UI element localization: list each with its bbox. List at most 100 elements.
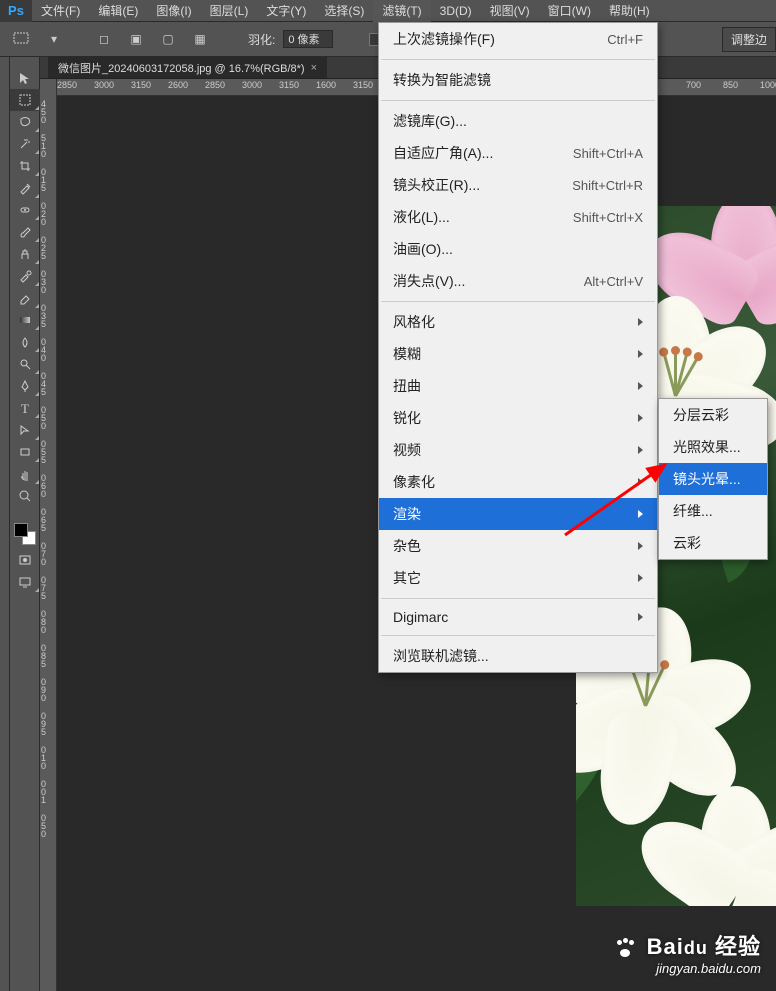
marquee-tool[interactable] <box>10 89 40 111</box>
menu-label: 模糊 <box>393 344 421 364</box>
menu-item-render[interactable]: 渲染 <box>379 498 657 530</box>
menu-item-adaptive-wide[interactable]: 自适应广角(A)... Shift+Ctrl+A <box>379 137 657 169</box>
crop-tool[interactable] <box>10 155 40 177</box>
menu-item-digimarc[interactable]: Digimarc <box>379 603 657 631</box>
menu-item-last-filter[interactable]: 上次滤镜操作(F) Ctrl+F <box>379 23 657 55</box>
menu-item-pixelate[interactable]: 像素化 <box>379 466 657 498</box>
subtract-selection-icon[interactable]: ▢ <box>156 27 180 51</box>
menu-item-filter-gallery[interactable]: 滤镜库(G)... <box>379 105 657 137</box>
menu-label: 光照效果... <box>673 437 741 457</box>
lasso-tool[interactable] <box>10 111 40 133</box>
submenu-arrow-icon <box>638 574 643 582</box>
move-tool[interactable] <box>10 67 40 89</box>
document-title: 微信图片_20240603172058.jpg @ 16.7%(RGB/8*) <box>58 60 305 76</box>
menu-label: 分层云彩 <box>673 405 729 425</box>
intersect-selection-icon[interactable]: ▦ <box>188 27 212 51</box>
eyedropper-tool[interactable] <box>10 177 40 199</box>
menu-layer[interactable]: 图层(L) <box>201 0 258 22</box>
tool-preset-icon[interactable] <box>10 27 34 51</box>
eraser-tool[interactable] <box>10 287 40 309</box>
menu-shortcut: Shift+Ctrl+A <box>573 146 643 161</box>
type-tool[interactable]: T <box>10 397 40 419</box>
menu-item-video[interactable]: 视频 <box>379 434 657 466</box>
feather-input[interactable] <box>283 30 333 48</box>
close-icon[interactable]: × <box>311 62 317 74</box>
color-swatch[interactable] <box>14 523 36 545</box>
refine-edge-button[interactable]: 调整边 <box>722 27 776 52</box>
menu-label: 扭曲 <box>393 376 421 396</box>
history-brush-tool[interactable] <box>10 265 40 287</box>
menu-label: 消失点(V)... <box>393 271 465 291</box>
menubar: Ps 文件(F) 编辑(E) 图像(I) 图层(L) 文字(Y) 选择(S) 滤… <box>0 0 776 22</box>
menu-item-oil-paint[interactable]: 油画(O)... <box>379 233 657 265</box>
document-tab[interactable]: 微信图片_20240603172058.jpg @ 16.7%(RGB/8*) … <box>48 57 327 78</box>
pen-tool[interactable] <box>10 375 40 397</box>
paw-icon <box>615 939 635 957</box>
clone-tool[interactable] <box>10 243 40 265</box>
blur-tool[interactable] <box>10 331 40 353</box>
menu-filter[interactable]: 滤镜(T) <box>373 0 430 22</box>
dodge-tool[interactable] <box>10 353 40 375</box>
menu-type[interactable]: 文字(Y) <box>257 0 315 22</box>
zoom-tool[interactable] <box>10 485 40 507</box>
submenu-item-lighting[interactable]: 光照效果... <box>659 431 767 463</box>
hand-tool[interactable] <box>10 463 40 485</box>
menu-label: 风格化 <box>393 312 435 332</box>
rectangle-tool[interactable] <box>10 441 40 463</box>
menu-item-lens-correction[interactable]: 镜头校正(R)... Shift+Ctrl+R <box>379 169 657 201</box>
menu-item-liquify[interactable]: 液化(L)... Shift+Ctrl+X <box>379 201 657 233</box>
menu-item-sharpen[interactable]: 锐化 <box>379 402 657 434</box>
new-selection-icon[interactable]: ◻ <box>92 27 116 51</box>
path-selection-tool[interactable] <box>10 419 40 441</box>
menu-item-stylize[interactable]: 风格化 <box>379 306 657 338</box>
menu-file[interactable]: 文件(F) <box>32 0 89 22</box>
submenu-arrow-icon <box>638 613 643 621</box>
menu-edit[interactable]: 编辑(E) <box>89 0 147 22</box>
menu-item-browse-online[interactable]: 浏览联机滤镜... <box>379 640 657 672</box>
menu-label: 视频 <box>393 440 421 460</box>
menu-help[interactable]: 帮助(H) <box>600 0 659 22</box>
menu-item-other[interactable]: 其它 <box>379 562 657 594</box>
brush-tool[interactable] <box>10 221 40 243</box>
menu-label: 镜头校正(R)... <box>393 175 480 195</box>
menu-item-vanishing-point[interactable]: 消失点(V)... Alt+Ctrl+V <box>379 265 657 297</box>
gradient-tool[interactable] <box>10 309 40 331</box>
dropdown-icon[interactable]: ▾ <box>42 27 66 51</box>
magic-wand-tool[interactable] <box>10 133 40 155</box>
submenu-item-lens-flare[interactable]: 镜头光晕... <box>659 463 767 495</box>
menu-label: 液化(L)... <box>393 207 450 227</box>
submenu-arrow-icon <box>638 414 643 422</box>
tools-panel: T <box>10 57 40 991</box>
menu-shortcut: Shift+Ctrl+X <box>573 210 643 225</box>
menu-item-smart-filter[interactable]: 转换为智能滤镜 <box>379 64 657 96</box>
menu-label: 渲染 <box>393 504 421 524</box>
menu-3d[interactable]: 3D(D) <box>431 1 481 21</box>
watermark-brand-du: du <box>684 938 708 958</box>
healing-tool[interactable] <box>10 199 40 221</box>
watermark-brand-bai: Bai <box>647 934 684 959</box>
quick-mask-tool[interactable] <box>10 549 40 571</box>
foreground-color-icon[interactable] <box>14 523 28 537</box>
menu-item-blur[interactable]: 模糊 <box>379 338 657 370</box>
menu-label: 镜头光晕... <box>673 469 741 489</box>
submenu-item-clouds[interactable]: 云彩 <box>659 527 767 559</box>
add-selection-icon[interactable]: ▣ <box>124 27 148 51</box>
menu-label: 锐化 <box>393 408 421 428</box>
submenu-item-fibers[interactable]: 纤维... <box>659 495 767 527</box>
menu-window[interactable]: 窗口(W) <box>539 0 600 22</box>
submenu-item-clouds-diff[interactable]: 分层云彩 <box>659 399 767 431</box>
menu-label: 其它 <box>393 568 421 588</box>
app-logo: Ps <box>0 0 32 22</box>
left-collapsed-panel[interactable] <box>0 57 10 991</box>
menu-label: 油画(O)... <box>393 239 453 259</box>
watermark-brand-exp: 经验 <box>715 934 761 959</box>
menu-image[interactable]: 图像(I) <box>147 0 200 22</box>
menu-select[interactable]: 选择(S) <box>315 0 373 22</box>
menu-item-noise[interactable]: 杂色 <box>379 530 657 562</box>
menu-view[interactable]: 视图(V) <box>481 0 539 22</box>
menu-label: 转换为智能滤镜 <box>393 70 491 90</box>
screen-mode-tool[interactable] <box>10 571 40 593</box>
menu-label: 滤镜库(G)... <box>393 111 467 131</box>
watermark-url: jingyan.baidu.com <box>615 961 761 976</box>
menu-item-distort[interactable]: 扭曲 <box>379 370 657 402</box>
